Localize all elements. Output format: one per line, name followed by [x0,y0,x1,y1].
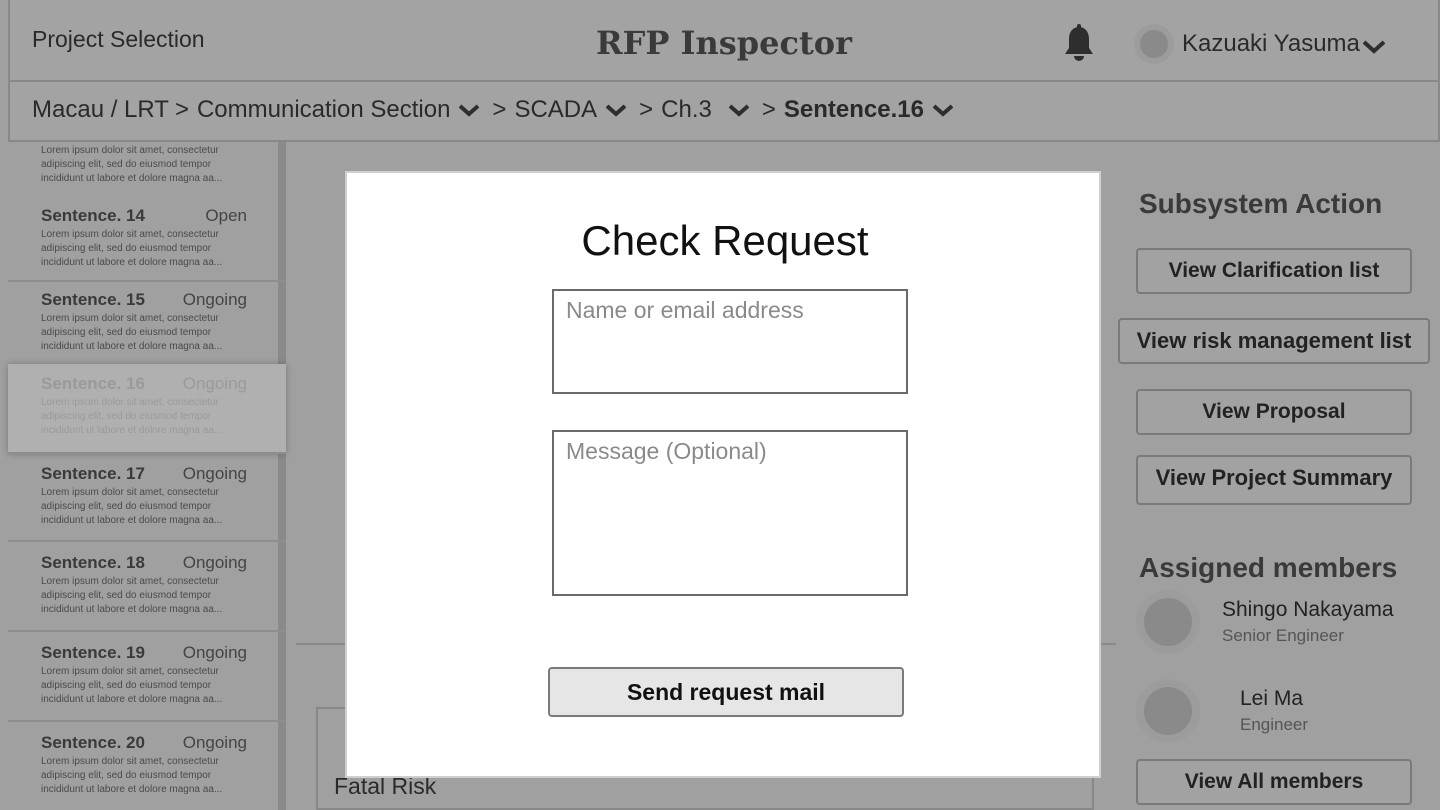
avatar [1136,590,1200,654]
list-item-selected[interactable]: Sentence. 16 Ongoing Lorem ipsum dolor si… [8,364,286,454]
breadcrumb: Macau / LRT > Communication Section > SC… [32,96,960,124]
list-item-title: Sentence. 20 [41,733,145,752]
list-item[interactable]: Sentence. 18 Ongoing Lorem ipsum dolor si… [8,543,286,632]
list-item-preview: Lorem ipsum dolor sit amet, consectetur … [41,397,223,436]
list-item-title: Sentence. 16 [41,374,145,393]
list-item[interactable]: Sentence. 14 Open Lorem ipsum dolor sit a… [8,196,286,282]
breadcrumb-subsystem[interactable]: SCADA [514,96,597,124]
list-item[interactable]: Sentence. 20 Ongoing Lorem ipsum dolor si… [8,723,286,810]
breadcrumb-separator: > [174,96,189,123]
list-item-title: Sentence. 18 [41,553,145,572]
user-avatar[interactable] [1134,24,1174,64]
list-item-status: Ongoing [182,464,247,483]
list-item-preview: Lorem ipsum dolor sit amet, consectetur … [41,576,223,615]
list-item-preview: Lorem ipsum dolor sit amet, consectetur … [41,229,223,268]
view-clarification-list-button[interactable]: View Clarification list [1136,248,1412,294]
breadcrumb-project[interactable]: Macau / LRT [32,96,169,124]
list-item-title: Sentence. 17 [41,464,145,483]
member-card[interactable]: Lei Ma Engineer [1136,679,1436,743]
list-item-status: Ongoing [182,553,247,572]
chevron-down-icon[interactable] [605,103,627,117]
view-project-summary-button[interactable]: View Project Summary [1136,455,1412,505]
button-label: View Project Summary [1155,465,1393,490]
bell-icon[interactable] [1062,24,1096,64]
list-item-status: Ongoing [182,290,247,309]
list-item-title: Sentence. 14 [41,206,145,225]
breadcrumb-sentence[interactable]: Sentence.16 [784,96,924,124]
button-label: View risk management list [1136,328,1412,353]
list-item-preview: Lorem ipsum dolor sit amet, consectetur … [41,487,223,526]
breadcrumb-separator: > [492,96,507,123]
right-panel: Subsystem Action View Clarification list… [1118,142,1440,810]
assigned-members-heading: Assigned members [1139,552,1398,583]
top-bar: Project Selection RFP Inspector Kazuaki … [8,0,1440,82]
chevron-down-icon[interactable] [728,103,750,117]
sentence-list-sidebar: Lorem ipsum dolor sit amet, consectetur … [8,142,286,810]
member-role: Engineer [1240,715,1309,734]
message-input[interactable] [552,430,908,596]
list-item[interactable]: Sentence. 19 Ongoing Lorem ipsum dolor si… [8,633,286,722]
list-item[interactable]: Sentence. 17 Ongoing Lorem ipsum dolor si… [8,454,286,542]
breadcrumb-section[interactable]: Communication Section [197,96,450,124]
breadcrumb-separator: > [761,96,776,123]
list-item-preview: Lorem ipsum dolor sit amet, consectetur … [41,313,223,352]
subsystem-action-heading: Subsystem Action [1139,188,1383,219]
member-role: Senior Engineer [1222,626,1344,645]
modal-title: Check Request [581,217,869,264]
list-item-preview: Lorem ipsum dolor sit amet, consectetur … [41,145,223,184]
button-label: View All members [1184,770,1364,793]
chevron-down-icon[interactable] [458,103,480,117]
chevron-down-icon[interactable] [932,103,954,117]
app-title: RFP Inspector [596,24,852,62]
user-name[interactable]: Kazuaki Yasuma [1182,30,1360,58]
breadcrumb-chapter[interactable]: Ch.3 [661,96,712,124]
list-item[interactable]: Sentence. 15 Ongoing Lorem ipsum dolor si… [8,280,286,366]
member-name: Lei Ma [1240,687,1304,710]
view-all-members-button[interactable]: View All members [1136,759,1412,805]
avatar [1136,679,1200,743]
list-item-title: Sentence. 19 [41,643,145,662]
recipient-input[interactable] [552,289,908,394]
project-selection-link[interactable]: Project Selection [32,26,205,53]
breadcrumb-separator: > [639,96,654,123]
list-item-status: Ongoing [182,733,247,752]
member-card[interactable]: Shingo Nakayama Senior Engineer [1136,590,1436,654]
page: Project Selection RFP Inspector Kazuaki … [0,0,1440,810]
member-name: Shingo Nakayama [1222,598,1394,621]
list-item-status: Open [205,206,247,225]
view-proposal-button[interactable]: View Proposal [1136,389,1412,435]
view-risk-management-list-button[interactable]: View risk management list [1118,318,1430,364]
button-label: View Proposal [1202,400,1346,423]
send-request-mail-button[interactable]: Send request mail [548,667,904,717]
check-request-modal: Check Request Send request mail [345,171,1101,778]
list-item-status: Ongoing [182,643,247,662]
list-item-status: Ongoing [182,374,247,393]
breadcrumb-bar: Macau / LRT > Communication Section > SC… [8,82,1440,142]
list-item-title: Sentence. 15 [41,290,145,309]
button-label: View Clarification list [1168,259,1380,282]
chevron-down-icon[interactable] [1362,40,1386,54]
list-item-preview: Lorem ipsum dolor sit amet, consectetur … [41,666,223,705]
list-item-preview: Lorem ipsum dolor sit amet, consectetur … [41,756,223,795]
